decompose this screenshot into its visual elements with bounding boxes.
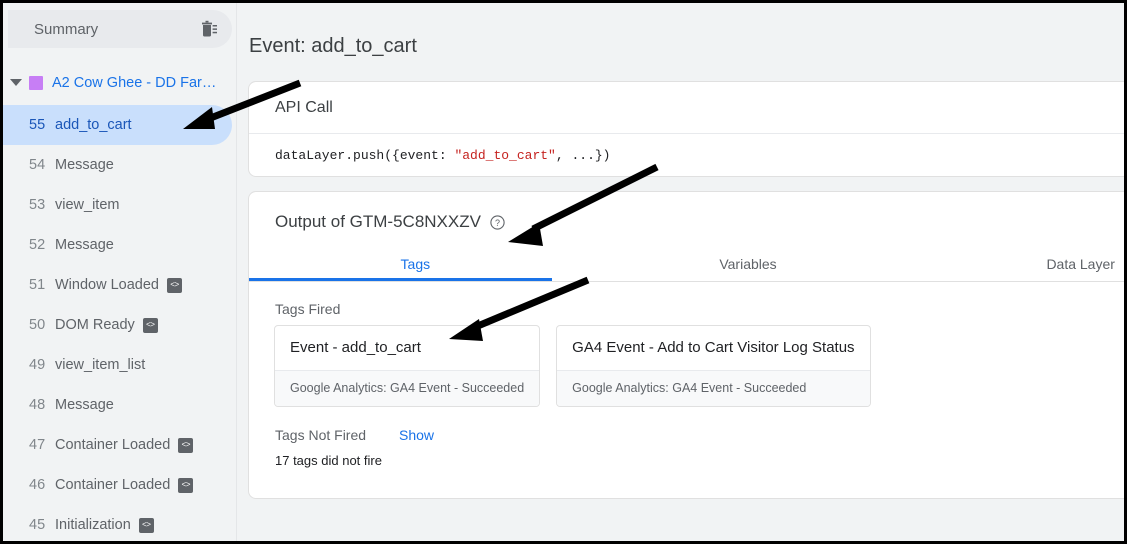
tags-fired-list: Event - add_to_cart Google Analytics: GA4…: [274, 325, 871, 407]
tags-not-fired-label: Tags Not Fired: [275, 427, 367, 443]
event-name: Window Loaded: [55, 277, 159, 293]
event-name: Initialization: [55, 517, 131, 533]
chevron-down-icon[interactable]: [7, 74, 25, 92]
tag-card[interactable]: GA4 Event - Add to Cart Visitor Log Stat…: [556, 325, 871, 407]
summary-label: Summary: [34, 20, 99, 38]
tag-card-title: Event - add_to_cart: [290, 339, 421, 356]
output-tabs: Tags Variables Data Layer: [249, 246, 1124, 282]
event-row[interactable]: 47 Container Loaded <>: [3, 425, 232, 465]
output-title: Output of GTM-5C8NXXZV: [275, 212, 481, 231]
show-not-fired-link[interactable]: Show: [399, 427, 434, 443]
code-string: "add_to_cart": [454, 148, 556, 163]
main-panel: Event: add_to_cart API Call dataLayer.pu…: [238, 3, 1124, 541]
event-number: 52: [29, 237, 46, 253]
output-card: Output of GTM-5C8NXXZV ? Tags Variables …: [248, 191, 1124, 499]
code-badge-icon: <>: [142, 317, 158, 333]
gtm-preview-screen: Summary A2 Cow Ghee - DD Far… 55 add_to_c…: [3, 3, 1124, 541]
event-number: 45: [29, 517, 46, 533]
tag-card-status: Google Analytics: GA4 Event - Succeeded: [275, 370, 540, 406]
event-number: 54: [29, 157, 46, 173]
event-number: 53: [29, 197, 46, 213]
event-name: Message: [55, 237, 114, 253]
api-call-code: dataLayer.push({event: "add_to_cart", ..…: [275, 148, 610, 163]
delete-all-icon[interactable]: [198, 19, 218, 39]
api-call-header: API Call: [249, 82, 1124, 134]
event-row[interactable]: 49 view_item_list: [3, 345, 232, 385]
event-name: Container Loaded: [55, 477, 171, 493]
event-row[interactable]: 54 Message: [3, 145, 232, 185]
event-row[interactable]: 46 Container Loaded <>: [3, 465, 232, 505]
event-name: add_to_cart: [55, 117, 132, 133]
event-name: view_item_list: [55, 357, 146, 373]
event-number: 46: [29, 477, 46, 493]
api-call-card: API Call dataLayer.push({event: "add_to_…: [248, 81, 1124, 177]
active-tab-underline: [249, 278, 552, 281]
tab-tags[interactable]: Tags: [249, 246, 582, 281]
svg-text:?: ?: [495, 217, 500, 227]
api-call-body: dataLayer.push({event: "add_to_cart", ..…: [249, 134, 1124, 177]
event-number: 50: [29, 317, 46, 333]
event-name: Message: [55, 397, 114, 413]
container-row[interactable]: A2 Cow Ghee - DD Far…: [3, 67, 237, 99]
tags-fired-label: Tags Fired: [275, 301, 341, 317]
event-row[interactable]: 51 Window Loaded <>: [3, 265, 232, 305]
page-title: Event: add_to_cart: [249, 35, 417, 57]
event-name: Container Loaded: [55, 437, 171, 453]
tab-data-layer[interactable]: Data Layer: [914, 246, 1124, 281]
container-color-swatch: [29, 76, 43, 90]
code-badge-icon: <>: [178, 477, 194, 493]
code-prefix: dataLayer.push({event:: [275, 148, 455, 163]
event-row[interactable]: 55 add_to_cart: [3, 105, 232, 145]
event-number: 49: [29, 357, 46, 373]
event-name: DOM Ready: [55, 317, 135, 333]
summary-header[interactable]: Summary: [8, 10, 232, 48]
event-row[interactable]: 53 view_item: [3, 185, 232, 225]
event-name: Message: [55, 157, 114, 173]
event-number: 51: [29, 277, 46, 293]
tag-card-status: Google Analytics: GA4 Event - Succeeded: [557, 370, 870, 406]
code-badge-icon: <>: [178, 437, 194, 453]
code-badge-icon: <>: [167, 277, 182, 293]
code-badge-icon: <>: [138, 517, 154, 533]
tag-card[interactable]: Event - add_to_cart Google Analytics: GA4…: [274, 325, 541, 407]
container-name: A2 Cow Ghee - DD Far…: [52, 75, 217, 91]
event-number: 48: [29, 397, 46, 413]
api-call-heading: API Call: [275, 98, 333, 116]
event-number: 55: [29, 117, 46, 133]
event-row[interactable]: 48 Message: [3, 385, 232, 425]
event-name: view_item: [55, 197, 120, 213]
event-row[interactable]: 45 Initialization <>: [3, 505, 232, 541]
event-number: 47: [29, 437, 46, 453]
event-row[interactable]: 50 DOM Ready <>: [3, 305, 232, 345]
output-header: Output of GTM-5C8NXXZV ?: [249, 192, 1124, 232]
event-list: 55 add_to_cart 54 Message 53 view_item 52 Messa…: [3, 105, 237, 541]
event-sidebar: Summary A2 Cow Ghee - DD Far… 55 add_to_c…: [3, 3, 237, 541]
tab-variables[interactable]: Variables: [582, 246, 915, 281]
tag-card-title: GA4 Event - Add to Cart Visitor Log Stat…: [572, 339, 855, 356]
not-fired-count: 17 tags did not fire: [275, 453, 382, 468]
event-row[interactable]: 52 Message: [3, 225, 232, 265]
help-circle-icon[interactable]: ?: [481, 214, 505, 230]
code-suffix: , ...}): [555, 148, 611, 163]
